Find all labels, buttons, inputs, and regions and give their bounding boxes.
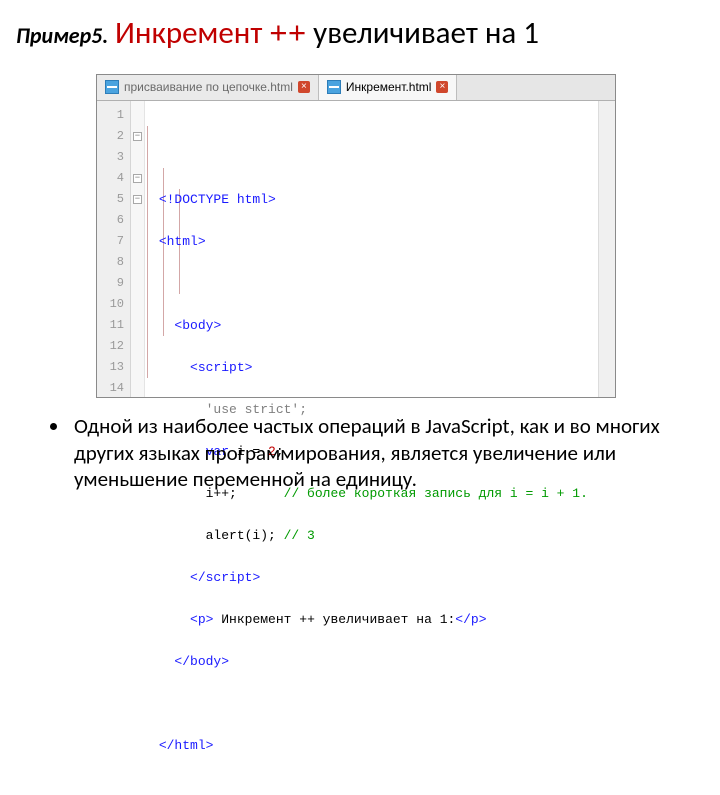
scrollbar[interactable] [598,101,615,397]
code-token: </ [455,612,471,627]
line-number: 5 [97,189,124,210]
line-number: 3 [97,147,124,168]
code-token: > [245,360,253,375]
code-token: </ [174,654,190,669]
code-token: </ [190,570,206,585]
code-token: p [198,612,206,627]
fold-toggle-icon[interactable]: − [133,174,142,183]
code-token: > [221,654,229,669]
indent-guide [147,126,148,378]
slide-title: Пример5. Инкремент ++ увеличивает на 1 [0,0,720,60]
code-token: script [198,360,245,375]
code-token: body [190,654,221,669]
title-prefix: Пример5. [16,22,108,49]
line-number: 10 [97,294,124,315]
line-number: 2 [97,126,124,147]
code-token: < [190,360,198,375]
fold-toggle-icon[interactable]: − [133,195,142,204]
code-token: <!DOCTYPE html> [159,192,276,207]
html-file-icon [105,80,119,94]
fold-column: − − − [131,101,145,397]
code-token: p [471,612,479,627]
line-number: 1 [97,105,124,126]
line-number: 7 [97,231,124,252]
code-token: body [182,318,213,333]
code-token: Инкремент ++ увеличивает на 1: [213,612,455,627]
code-editor: присваивание по цепочке.html × Инкремент… [96,74,616,398]
line-number: 12 [97,336,124,357]
bullet-text-block: Одной из наиболее частых операций в Java… [46,413,690,492]
bullet-item: Одной из наиболее частых операций в Java… [70,413,690,492]
code-token: // 3 [284,528,315,543]
code-token: html [174,738,205,753]
title-red-op: ++ [269,18,306,53]
code-token: script [206,570,253,585]
code-token: html [167,234,198,249]
code-token: </ [159,738,175,753]
line-number: 9 [97,273,124,294]
line-number: 14 [97,378,124,399]
code-token: > [252,570,260,585]
line-number: 8 [97,252,124,273]
close-icon[interactable]: × [436,81,448,93]
line-number: 11 [97,315,124,336]
tab-active-label: Инкремент.html [346,80,432,94]
line-number: 6 [97,210,124,231]
code-token: < [190,612,198,627]
html-file-icon [327,80,341,94]
title-rest: увеличивает на 1 [313,14,539,52]
code-token: > [206,612,214,627]
tab-inactive[interactable]: присваивание по цепочке.html × [97,75,319,100]
tabbar: присваивание по цепочке.html × Инкремент… [97,75,615,101]
code-token: > [479,612,487,627]
line-number: 13 [97,357,124,378]
code-token: > [198,234,206,249]
code-token: < [159,234,167,249]
code-token: > [213,318,221,333]
code-text[interactable]: <!DOCTYPE html> <html> <body> <script> '… [145,101,615,397]
code-token: alert(i); [206,528,284,543]
title-red-word: Инкремент [115,14,262,52]
tab-inactive-label: присваивание по цепочке.html [124,80,293,94]
line-number: 4 [97,168,124,189]
code-area[interactable]: 1 2 3 4 5 6 7 8 9 10 11 12 13 14 − − − [97,101,615,397]
tab-active[interactable]: Инкремент.html × [319,75,458,100]
line-number-gutter: 1 2 3 4 5 6 7 8 9 10 11 12 13 14 [97,101,131,397]
code-token: > [206,738,214,753]
fold-toggle-icon[interactable]: − [133,132,142,141]
close-icon[interactable]: × [298,81,310,93]
